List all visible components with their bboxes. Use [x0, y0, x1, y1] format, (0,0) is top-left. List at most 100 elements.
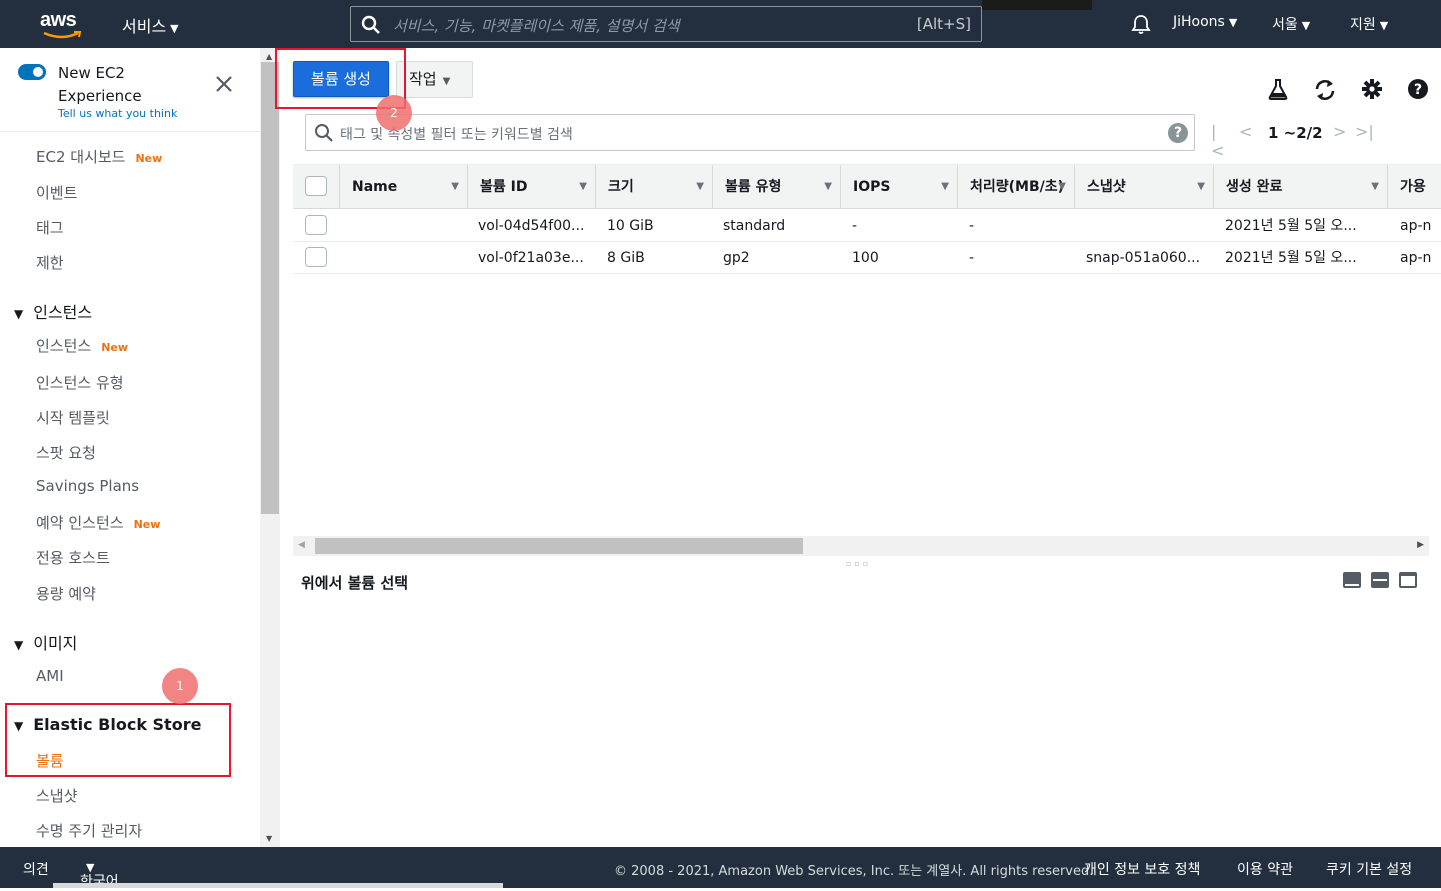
scroll-left-arrow-icon[interactable]: ◀	[298, 540, 305, 550]
filter-help-icon[interactable]: ?	[1168, 123, 1188, 143]
sidebar-item-tags[interactable]: 태그	[36, 217, 64, 238]
table-horizontal-scrollbar[interactable]: ◀ ▶	[293, 536, 1429, 556]
toggle-knob	[33, 67, 43, 77]
layout-bottom-icon[interactable]	[1343, 572, 1361, 588]
aws-logo[interactable]: aws	[40, 10, 84, 40]
cell-created: 2021년 5월 5일 오...	[1225, 250, 1357, 266]
bell-icon[interactable]	[1130, 13, 1152, 35]
step-badge-1: 1	[162, 668, 198, 704]
sort-icon: ▼	[1371, 181, 1379, 192]
sidebar-item-label: EC2 대시보드	[36, 148, 126, 166]
new-badge: New	[133, 518, 161, 531]
scroll-up-arrow-icon[interactable]: ▲	[266, 52, 272, 61]
cookie-preferences-link[interactable]: 쿠키 기본 설정	[1326, 859, 1412, 879]
cell-iops: -	[852, 218, 858, 234]
sort-icon: ▼	[696, 181, 704, 192]
close-icon[interactable]	[214, 74, 234, 94]
aws-logo-text: aws	[40, 9, 77, 31]
cell-throughput: -	[969, 218, 975, 234]
support-menu[interactable]: 지원 ▼	[1350, 14, 1388, 34]
detail-select-message: 위에서 볼륨 선택	[301, 574, 409, 592]
services-menu[interactable]: 서비스 ▼	[122, 13, 179, 37]
sidebar-item-launch-templates[interactable]: 시작 템플릿	[36, 407, 110, 428]
flask-icon[interactable]	[1267, 78, 1289, 100]
sidebar-item-dashboard[interactable]: EC2 대시보드 New	[36, 146, 162, 167]
scrollbar-thumb[interactable]	[261, 62, 279, 514]
filter-search[interactable]: 태그 및 속성별 필터 또는 키워드별 검색 ?	[305, 114, 1195, 151]
scroll-right-arrow-icon[interactable]: ▶	[1417, 540, 1424, 550]
scroll-down-arrow-icon[interactable]: ▼	[266, 834, 272, 843]
sidebar-section-instances[interactable]: ▼ 인스턴스	[14, 299, 92, 323]
column-header-created[interactable]: 생성 완료 ▼	[1213, 165, 1387, 209]
sidebar-item-lifecycle-manager[interactable]: 수명 주기 관리자	[36, 820, 142, 841]
first-page-icon[interactable]: |<	[1211, 122, 1224, 160]
svg-text:?: ?	[1414, 82, 1422, 98]
search-input[interactable]: 서비스, 기능, 마켓플레이스 제품, 설명서 검색	[393, 15, 680, 36]
main-content: 볼륨 생성 작업 ▼ ? 태그 및 속성별 필터 또는 키워드별 검색 ? |< …	[281, 48, 1441, 847]
next-page-icon[interactable]: >	[1333, 122, 1346, 141]
language-label: 한국어	[80, 874, 119, 890]
column-header-size[interactable]: 크기 ▼	[595, 165, 712, 209]
sidebar-item-ami[interactable]: AMI	[36, 667, 64, 685]
cell-volume-id[interactable]: vol-04d54f00...	[478, 210, 588, 242]
sidebar-item-snapshots[interactable]: 스냅샷	[36, 785, 77, 806]
column-header-volume-id[interactable]: 볼륨 ID ▼	[467, 165, 595, 209]
select-all-checkbox[interactable]	[305, 176, 327, 196]
sidebar-item-events[interactable]: 이벤트	[36, 182, 77, 203]
cell-name	[351, 242, 461, 274]
column-header-iops[interactable]: IOPS ▼	[840, 165, 957, 209]
support-label: 지원	[1350, 17, 1376, 33]
last-page-icon[interactable]: >|	[1355, 122, 1374, 141]
sidebar-item-instances[interactable]: 인스턴스 New	[36, 335, 128, 356]
prev-page-icon[interactable]: <	[1239, 122, 1252, 141]
scrollbar-thumb[interactable]	[315, 538, 803, 554]
terms-link[interactable]: 이용 약관	[1237, 859, 1293, 879]
user-menu[interactable]: JiHoons ▼	[1173, 14, 1237, 30]
actions-label: 작업	[409, 70, 437, 88]
sidebar-item-limits[interactable]: 제한	[36, 252, 64, 273]
sidebar-item-dedicated-hosts[interactable]: 전용 호스트	[36, 547, 110, 568]
column-label: 볼륨 유형	[725, 179, 782, 195]
help-icon[interactable]: ?	[1407, 78, 1429, 100]
cell-snapshot[interactable]	[1086, 210, 1208, 242]
layout-split-icon[interactable]	[1371, 572, 1389, 588]
new-experience-label: New EC2 Experience	[58, 64, 142, 105]
sidebar-scrollbar[interactable]: ▲ ▼	[260, 48, 280, 847]
row-checkbox[interactable]	[305, 247, 327, 267]
column-header-snapshot[interactable]: 스냅샷 ▼	[1074, 165, 1213, 209]
language-selector[interactable]: 한국어 ▼	[80, 859, 119, 890]
column-header-availability-zone[interactable]: 가용	[1387, 165, 1441, 209]
sidebar-item-reserved-instances[interactable]: 예약 인스턴스 New	[36, 512, 160, 533]
panel-resize-handle[interactable]: ▫▫▫	[846, 559, 871, 568]
cell-size: 8 GiB	[607, 250, 645, 266]
feedback-link[interactable]: 의견	[23, 859, 49, 879]
cell-snapshot[interactable]: snap-051a060...	[1086, 242, 1208, 274]
gear-icon[interactable]	[1361, 78, 1383, 100]
sidebar-item-savings-plans[interactable]: Savings Plans	[36, 477, 139, 495]
region-menu[interactable]: 서울 ▼	[1272, 14, 1310, 34]
sidebar-item-spot-requests[interactable]: 스팟 요청	[36, 442, 96, 463]
footer-bottom-bar	[53, 883, 503, 888]
column-header-volume-type[interactable]: 볼륨 유형 ▼	[712, 165, 840, 209]
column-header-name[interactable]: Name ▼	[339, 165, 467, 209]
feedback-link[interactable]: Tell us what you think	[58, 107, 177, 120]
sort-icon: ▼	[1058, 181, 1066, 192]
sidebar-item-instance-types[interactable]: 인스턴스 유형	[36, 372, 124, 393]
table-row[interactable]: vol-0f21a03e... 8 GiB gp2 100 - snap-051…	[293, 242, 1441, 274]
table-row[interactable]: vol-04d54f00... 10 GiB standard - - 2021…	[293, 210, 1441, 242]
cell-volume-id[interactable]: vol-0f21a03e...	[478, 242, 588, 274]
actions-dropdown[interactable]: 작업 ▼	[396, 61, 473, 98]
new-experience-toggle[interactable]	[18, 64, 46, 80]
privacy-link[interactable]: 개인 정보 보호 정책	[1084, 859, 1200, 879]
section-label: 이미지	[33, 634, 78, 653]
sidebar-section-images[interactable]: ▼ 이미지	[14, 630, 77, 654]
cell-iops: 100	[852, 250, 879, 266]
global-search[interactable]: 서비스, 기능, 마켓플레이스 제품, 설명서 검색 [Alt+S]	[350, 6, 982, 42]
row-checkbox[interactable]	[305, 215, 327, 235]
filter-input[interactable]: 태그 및 속성별 필터 또는 키워드별 검색	[340, 124, 573, 144]
sort-icon: ▼	[579, 181, 587, 192]
refresh-icon[interactable]	[1313, 78, 1337, 102]
sidebar-item-capacity-reservations[interactable]: 용량 예약	[36, 583, 96, 604]
column-header-throughput[interactable]: 처리량(MB/초) ▼	[957, 165, 1074, 209]
layout-full-icon[interactable]	[1399, 572, 1417, 588]
